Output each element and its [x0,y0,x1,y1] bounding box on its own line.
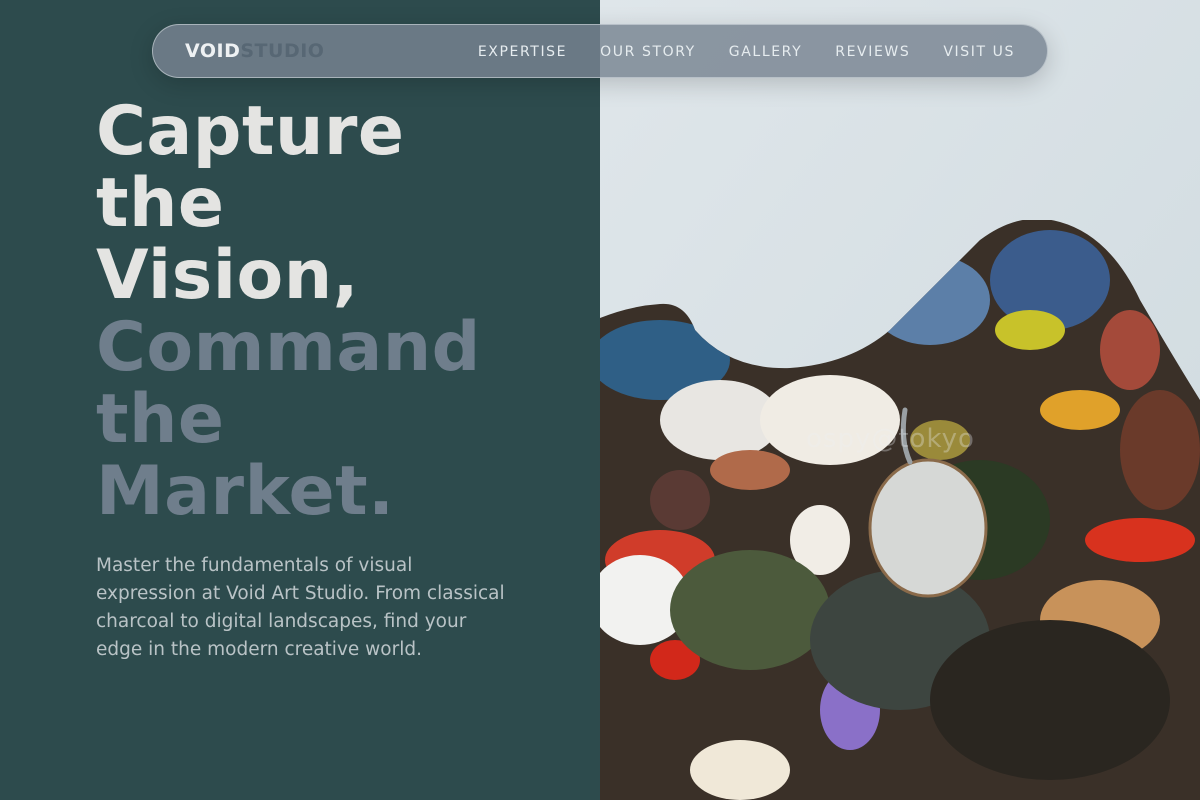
brand-subname: STUDIO [240,40,325,62]
hero-image [600,0,1200,800]
nav-link-our-story[interactable]: OUR STORY [600,44,696,60]
headline-line: the [96,164,225,243]
headline-line: Vision, [96,236,359,315]
nav-link-visit-us[interactable]: VISIT US [943,44,1015,60]
headline-line-muted: Market. [96,452,395,531]
hero-headline: Capture the Vision, Command the Market. [96,96,576,528]
headline-line-muted: the [96,380,225,459]
image-watermark: ospy@tokyo [806,424,975,454]
top-navigation: VOIDSTUDIO EXPERTISE OUR STORY GALLERY R… [152,24,1048,78]
hero-description: Master the fundamentals of visual expres… [96,555,505,660]
paint-palette-image [600,0,1200,800]
headline-line: Capture [96,92,405,171]
nav-links: EXPERTISE OUR STORY GALLERY REVIEWS VISI… [478,25,1015,79]
nav-link-reviews[interactable]: REVIEWS [835,44,910,60]
nav-link-gallery[interactable]: GALLERY [729,44,802,60]
brand-logo[interactable]: VOIDSTUDIO [185,40,324,62]
nav-link-expertise[interactable]: EXPERTISE [478,44,567,60]
headline-line-muted: Command [96,308,481,387]
brand-name: VOID [185,40,241,62]
